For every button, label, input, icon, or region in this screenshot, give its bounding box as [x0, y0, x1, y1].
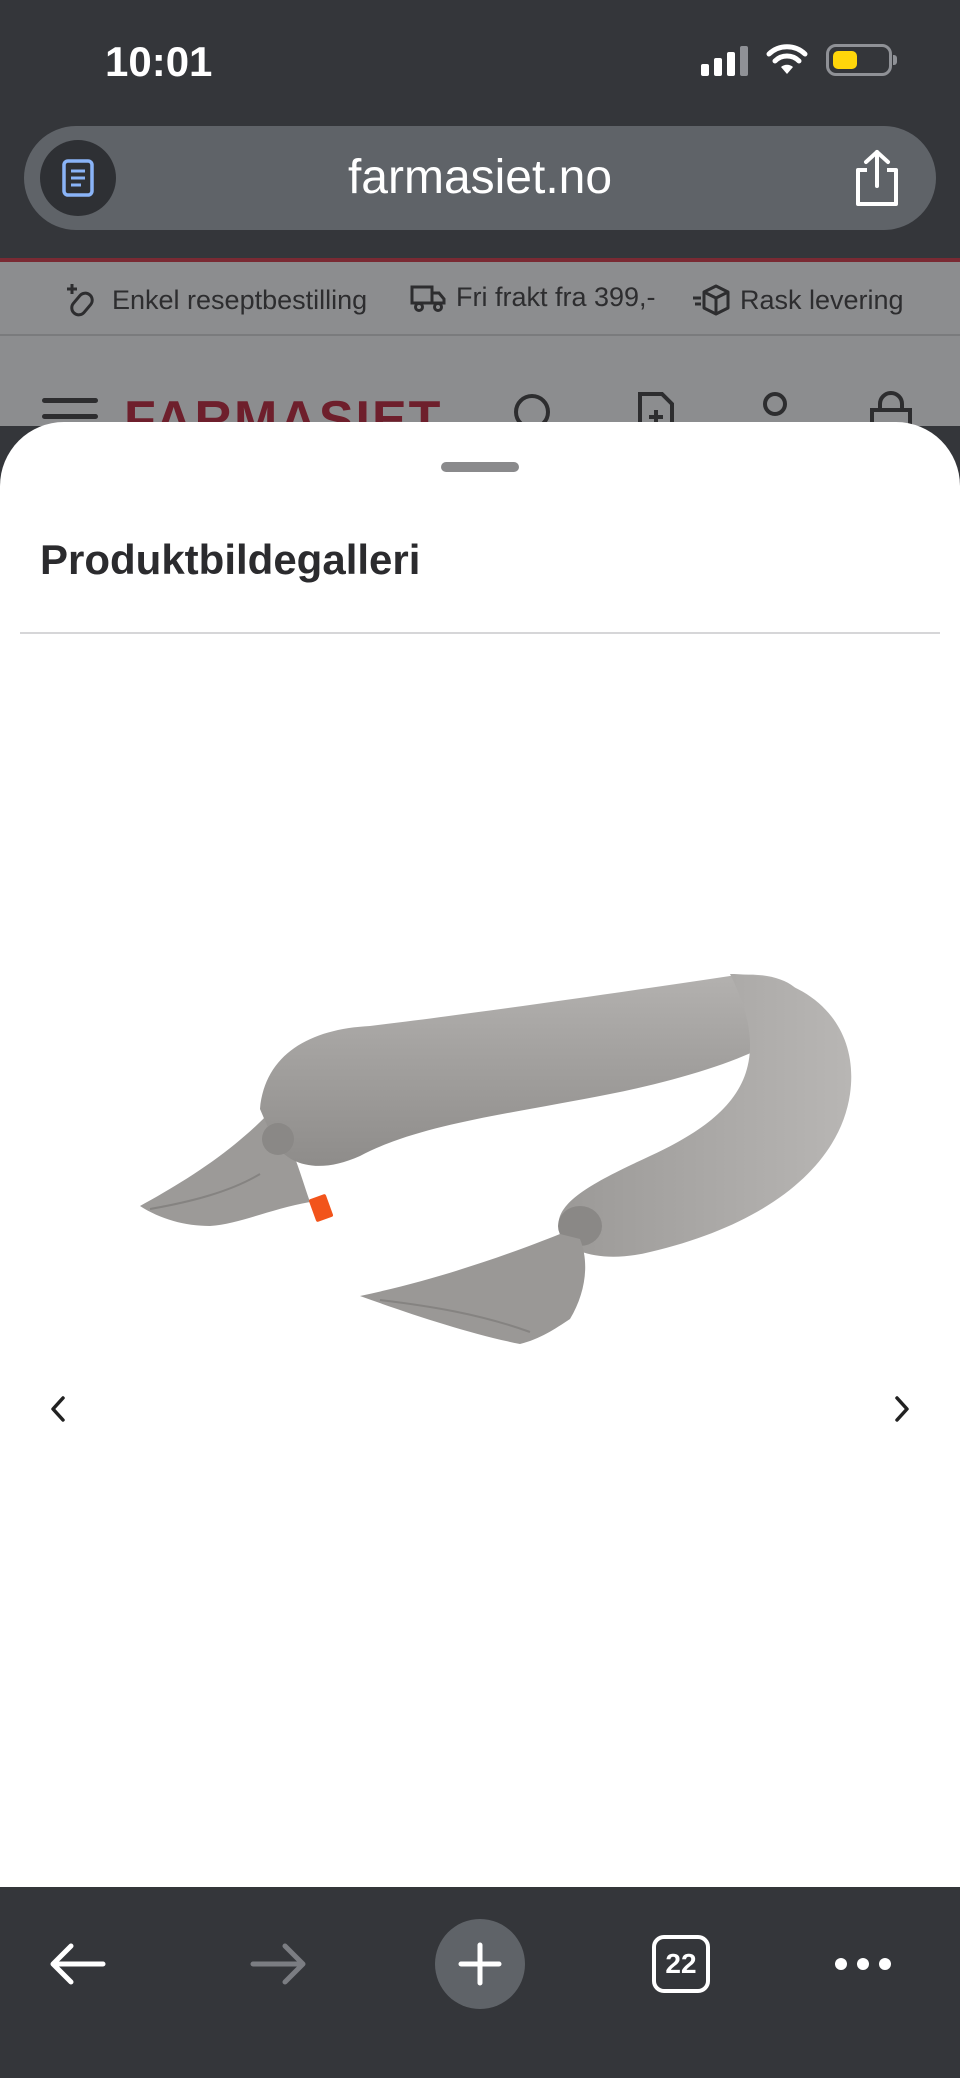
fast-box-icon	[693, 284, 730, 316]
previous-image-button[interactable]	[38, 1384, 78, 1434]
prescription-icon	[638, 392, 674, 426]
search-icon	[514, 394, 550, 426]
browser-top-chrome: 10:01 farmasiet.no	[0, 0, 960, 262]
arrow-right-icon	[250, 1943, 306, 1985]
tab-switcher-button[interactable]: 22	[636, 1919, 726, 2009]
more-dots-icon	[835, 1958, 891, 1970]
status-icons	[701, 44, 897, 76]
url-text[interactable]: farmasiet.no	[24, 150, 936, 205]
wifi-icon	[766, 44, 808, 74]
usp-label: Fri frakt fra 399,-	[456, 282, 656, 312]
plus-icon	[458, 1942, 502, 1986]
tab-count: 22	[652, 1935, 710, 1993]
browser-toolbar: 22	[0, 1887, 960, 2078]
usp-label: Enkel reseptbestilling	[112, 284, 368, 315]
site-logo: FARMASIET	[124, 391, 443, 426]
back-button[interactable]	[32, 1919, 122, 2009]
address-bar[interactable]: farmasiet.no	[24, 126, 936, 230]
cart-icon	[870, 391, 912, 426]
site-header: FARMASIET	[0, 336, 960, 426]
usp-item: Fri frakt fra 399,-	[410, 282, 656, 313]
account-icon	[763, 392, 787, 416]
forward-button[interactable]	[234, 1919, 324, 2009]
usp-label: Rask levering	[740, 284, 904, 315]
more-menu-button[interactable]	[818, 1919, 908, 2009]
sheet-grabber[interactable]	[441, 462, 519, 472]
cellular-signal-icon	[701, 44, 748, 76]
status-time: 10:01	[105, 38, 213, 85]
chevron-left-icon	[51, 1396, 65, 1422]
usp-item: Enkel reseptbestilling	[66, 282, 367, 318]
product-image	[140, 974, 852, 1344]
usp-bar: Enkel reseptbestilling Fri frakt fra 399…	[0, 262, 960, 336]
battery-icon	[826, 44, 897, 76]
image-gallery	[0, 634, 960, 1887]
arrow-left-icon	[50, 1943, 106, 1985]
pill-plus-icon	[67, 284, 94, 317]
truck-icon	[410, 285, 446, 312]
sheet-title: Produktbildegalleri	[40, 536, 421, 583]
share-icon[interactable]	[850, 148, 904, 208]
new-tab-button[interactable]	[435, 1919, 525, 2009]
usp-item: Rask levering	[692, 282, 904, 318]
gallery-sheet: Produktbildegalleri	[0, 422, 960, 1887]
